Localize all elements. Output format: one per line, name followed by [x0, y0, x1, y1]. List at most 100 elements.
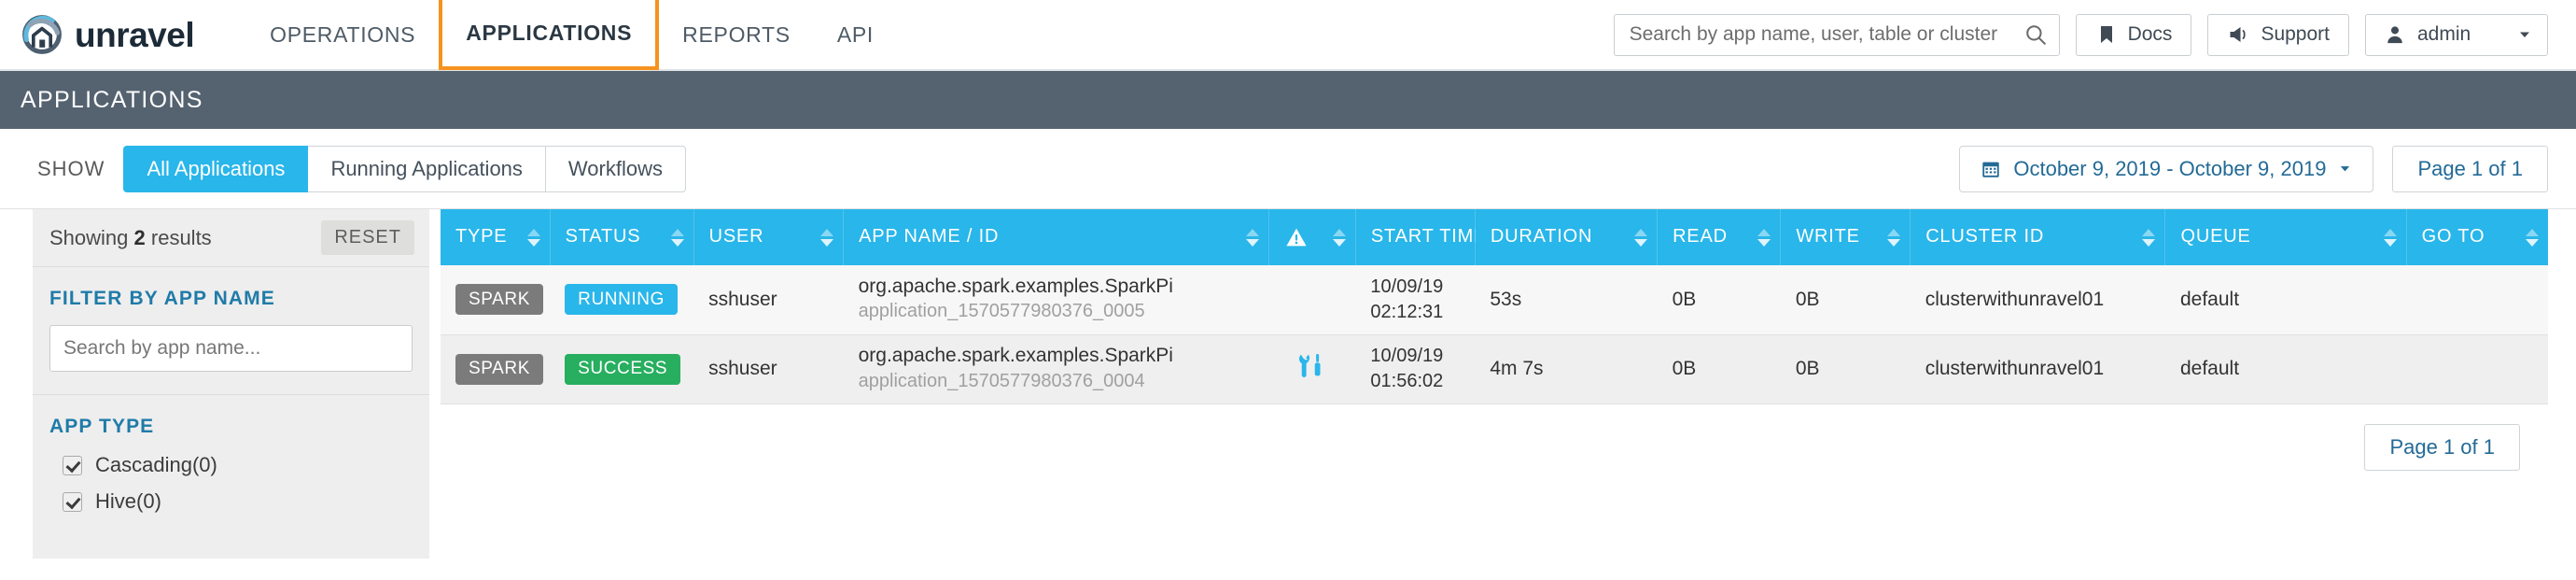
- table-footer: Page 1 of 1: [441, 403, 2548, 490]
- table-row[interactable]: SPARK RUNNING sshuser org.apache.spark.e…: [441, 265, 2548, 335]
- user-label: admin: [2417, 23, 2471, 45]
- cell-alert[interactable]: [1268, 334, 1356, 404]
- pagination-bottom[interactable]: Page 1 of 1: [2364, 423, 2520, 471]
- cell-go-to[interactable]: [2406, 265, 2548, 335]
- nav-item-applications[interactable]: APPLICATIONS: [439, 0, 660, 70]
- results-summary: Showing 2 results: [49, 226, 212, 250]
- calendar-icon: [1982, 162, 2000, 177]
- sort-toggle-icon[interactable]: [2526, 228, 2539, 247]
- user-icon: [2387, 26, 2402, 44]
- filters-sidebar: Showing 2 results RESET FILTER BY APP NA…: [33, 209, 429, 559]
- cell-cluster-id: clusterwithunravel01: [1910, 265, 2165, 335]
- date-range-picker[interactable]: October 9, 2019 - October 9, 2019: [1959, 145, 2374, 192]
- status-badge: SUCCESS: [565, 353, 681, 385]
- cell-type: SPARK: [441, 334, 551, 404]
- table-header-row: TYPE STATUS USER APP NAME / ID START TIM…: [441, 209, 2548, 265]
- column-header-queue[interactable]: QUEUE: [2164, 209, 2407, 265]
- app-type-option-hive[interactable]: Hive(0): [49, 489, 413, 514]
- results-summary-row: Showing 2 results RESET: [33, 209, 429, 267]
- megaphone-icon: [2230, 27, 2247, 42]
- user-menu-button[interactable]: admin: [2365, 13, 2548, 56]
- nav-item-reports[interactable]: REPORTS: [659, 0, 814, 70]
- column-header-alerts[interactable]: [1268, 209, 1356, 265]
- app-type-label: Hive(0): [95, 489, 161, 513]
- cell-read: 0B: [1657, 334, 1781, 404]
- tools-icon[interactable]: [1298, 352, 1326, 380]
- search-icon: [2025, 25, 2046, 45]
- sort-toggle-icon[interactable]: [1332, 228, 1346, 247]
- table-row[interactable]: SPARK SUCCESS sshuser org.apache.spark.e…: [441, 334, 2548, 404]
- start-clock: 02:12:31: [1370, 301, 1444, 322]
- checkbox-checked-icon[interactable]: [63, 455, 82, 475]
- column-header-start-time[interactable]: START TIME: [1355, 209, 1508, 265]
- sort-toggle-icon[interactable]: [820, 228, 834, 247]
- column-label: START TIME: [1370, 226, 1488, 248]
- sort-toggle-icon[interactable]: [1634, 228, 1648, 247]
- column-header-read[interactable]: READ: [1657, 209, 1782, 265]
- column-header-app-name-id[interactable]: APP NAME / ID: [843, 209, 1269, 265]
- sort-toggle-icon[interactable]: [1245, 228, 1259, 247]
- column-header-user[interactable]: USER: [693, 209, 845, 265]
- brand-logo[interactable]: unravel: [21, 13, 195, 56]
- column-header-go-to[interactable]: GO TO: [2406, 209, 2548, 265]
- tab-running-applications[interactable]: Running Applications: [308, 145, 546, 192]
- docs-label: Docs: [2127, 23, 2173, 45]
- column-header-status[interactable]: STATUS: [550, 209, 694, 265]
- cell-app-name-id[interactable]: org.apache.spark.examples.SparkPi applic…: [843, 334, 1269, 404]
- cell-status: SUCCESS: [550, 334, 694, 404]
- sort-toggle-icon[interactable]: [1757, 228, 1771, 247]
- tab-all-applications[interactable]: All Applications: [123, 145, 309, 192]
- nav-item-operations[interactable]: OPERATIONS: [246, 0, 439, 70]
- app-name-filter-input[interactable]: [49, 325, 413, 372]
- app-type-option-cascading[interactable]: Cascading(0): [49, 453, 413, 477]
- column-label: CLUSTER ID: [1925, 226, 2045, 248]
- start-clock: 01:56:02: [1370, 371, 1444, 391]
- showing-count: 2: [133, 225, 146, 249]
- tab-workflows[interactable]: Workflows: [545, 145, 686, 192]
- column-label: TYPE: [455, 226, 508, 248]
- cell-user: sshuser: [693, 334, 844, 404]
- app-type-section: APP TYPE Cascading(0) Hive(0): [33, 395, 429, 531]
- column-header-write[interactable]: WRITE: [1780, 209, 1911, 265]
- showing-prefix: Showing: [49, 225, 134, 249]
- warning-triangle-icon: [1286, 228, 1307, 247]
- chevron-down-icon: [2341, 166, 2350, 172]
- start-date: 10/09/19: [1370, 276, 1444, 297]
- column-header-type[interactable]: TYPE: [441, 209, 551, 265]
- column-label: WRITE: [1796, 226, 1860, 248]
- sort-toggle-icon[interactable]: [1887, 228, 1901, 247]
- checkbox-checked-icon[interactable]: [63, 491, 82, 512]
- brand-name: unravel: [75, 15, 195, 54]
- global-search[interactable]: [1613, 13, 2060, 56]
- type-badge: SPARK: [455, 353, 544, 385]
- support-button[interactable]: Support: [2207, 13, 2349, 56]
- date-range-label: October 9, 2019 - October 9, 2019: [2013, 156, 2327, 180]
- support-label: Support: [2261, 23, 2330, 45]
- cell-go-to[interactable]: [2406, 334, 2548, 404]
- cell-alert: [1268, 265, 1356, 335]
- pagination-top[interactable]: Page 1 of 1: [2392, 145, 2548, 192]
- nav-item-api[interactable]: API: [814, 0, 897, 70]
- docs-button[interactable]: Docs: [2075, 13, 2192, 56]
- cell-write: 0B: [1780, 265, 1911, 335]
- column-header-cluster-id[interactable]: CLUSTER ID: [1910, 209, 2166, 265]
- reset-filters-button[interactable]: RESET: [321, 220, 414, 255]
- sort-toggle-icon[interactable]: [2383, 228, 2397, 247]
- cell-queue: default: [2164, 265, 2407, 335]
- cell-start-time: 10/09/19 01:56:02: [1355, 334, 1476, 404]
- sort-toggle-icon[interactable]: [2142, 228, 2156, 247]
- column-label: DURATION: [1490, 226, 1593, 248]
- cell-cluster-id: clusterwithunravel01: [1910, 334, 2165, 404]
- app-type-title: APP TYPE: [49, 416, 155, 437]
- sort-toggle-icon[interactable]: [526, 228, 540, 247]
- cell-status: RUNNING: [550, 265, 694, 335]
- chevron-down-icon: [2520, 32, 2529, 37]
- app-id: application_1570577980376_0004: [858, 370, 1145, 391]
- cell-app-name-id[interactable]: org.apache.spark.examples.SparkPi applic…: [843, 265, 1269, 335]
- cell-start-time: 10/09/19 02:12:31: [1355, 265, 1476, 335]
- sort-toggle-icon[interactable]: [670, 228, 684, 247]
- column-header-duration[interactable]: DURATION: [1475, 209, 1659, 265]
- applications-table-container: TYPE STATUS USER APP NAME / ID START TIM…: [441, 209, 2548, 490]
- global-search-input[interactable]: [1629, 23, 2023, 46]
- app-name: org.apache.spark.examples.SparkPi: [858, 345, 1173, 367]
